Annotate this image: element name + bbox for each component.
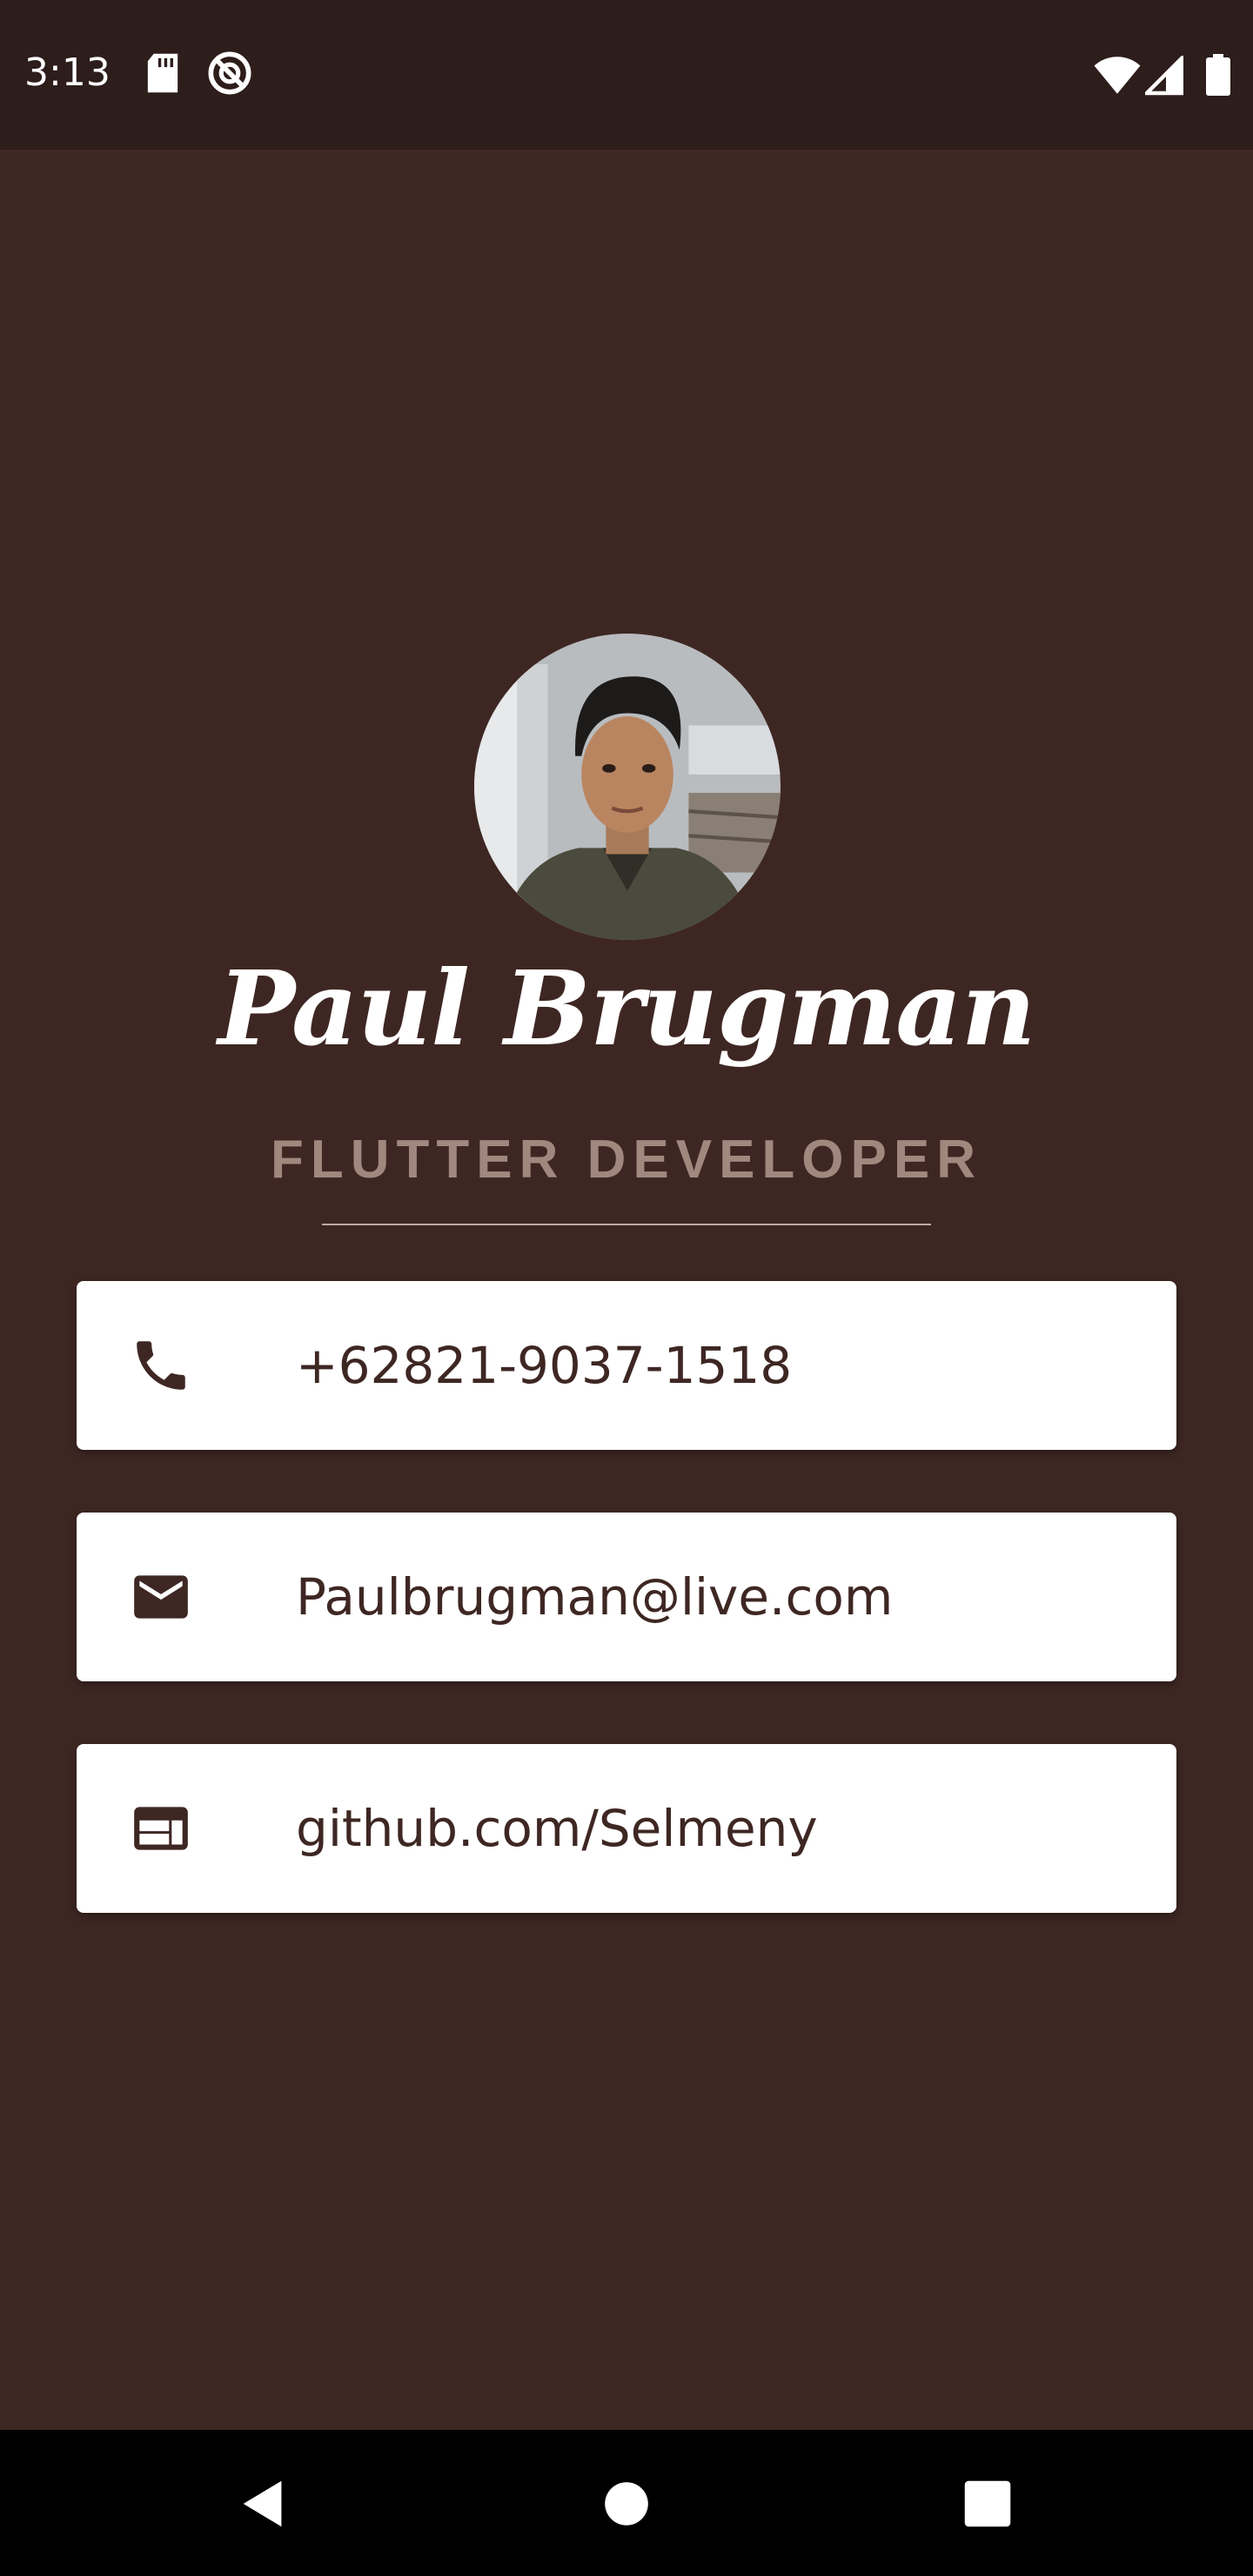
home-button[interactable]	[596, 2473, 657, 2534]
back-button[interactable]	[233, 2473, 294, 2534]
recents-button[interactable]	[957, 2473, 1018, 2534]
battery-icon	[1206, 54, 1230, 96]
mail-icon	[134, 1575, 188, 1619]
wifi-icon	[1094, 57, 1141, 94]
divider	[322, 1224, 931, 1225]
phone-number: +62821-9037-1518	[296, 1336, 793, 1395]
signal-icon	[1145, 56, 1183, 96]
status-time: 3:13	[24, 50, 111, 95]
status-bar: 3:13	[0, 0, 1253, 150]
navigation-bar	[0, 2430, 1253, 2576]
phone-icon	[137, 1341, 185, 1390]
phone-card[interactable]: +62821-9037-1518	[77, 1281, 1176, 1450]
email-card[interactable]: Paulbrugman@live.com	[77, 1513, 1176, 1681]
website-url: github.com/Selmeny	[296, 1799, 818, 1858]
profile-title: FLUTTER DEVELOPER	[270, 1130, 983, 1190]
email-address: Paulbrugman@live.com	[296, 1567, 894, 1627]
web-icon	[134, 1807, 188, 1850]
website-card[interactable]: github.com/Selmeny	[77, 1744, 1176, 1913]
profile-name: Paul Brugman	[218, 948, 1035, 1069]
sd-card-icon	[147, 53, 178, 93]
avatar	[474, 634, 781, 940]
do-not-disturb-icon	[208, 51, 251, 95]
